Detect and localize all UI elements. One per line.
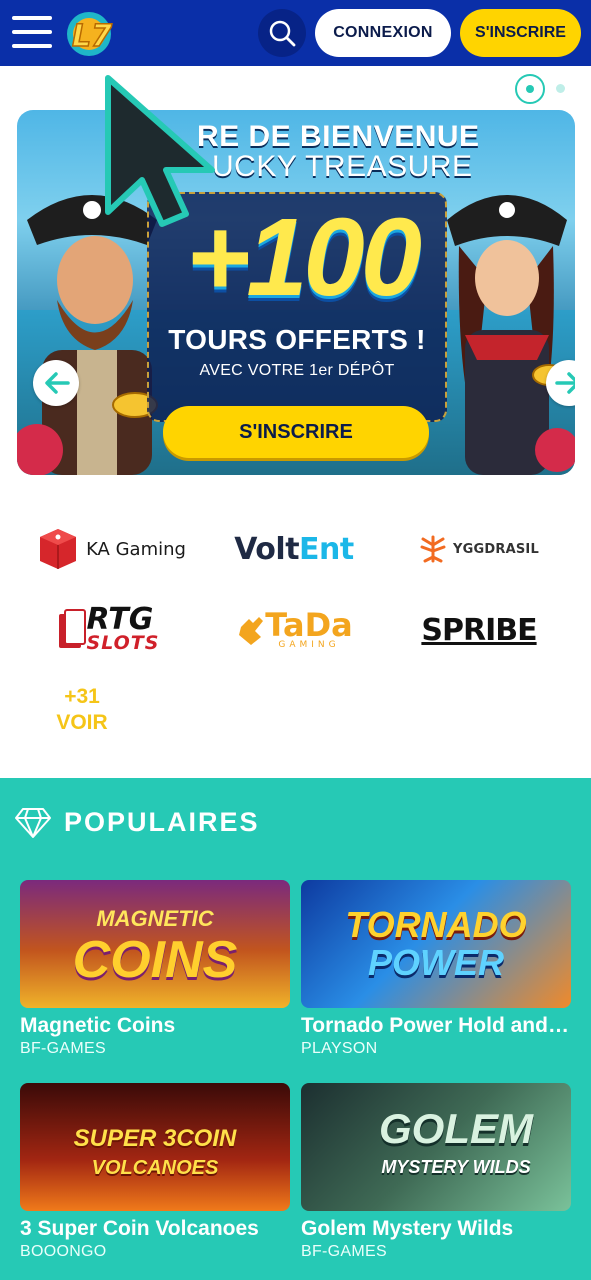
more-providers-label: VOIR <box>56 711 108 734</box>
voltent-main-text: Volt <box>234 531 300 567</box>
banner-offer-text: TOURS OFFERTS ! <box>168 324 426 355</box>
login-button[interactable]: CONNEXION <box>315 9 451 57</box>
game-thumbnail: GOLEM MYSTERY WILDS <box>301 1083 571 1211</box>
game-art-text: POWER <box>367 942 504 983</box>
game-card[interactable]: SUPER 3COIN VOLCANOES 3 Super Coin Volca… <box>20 1083 290 1261</box>
carousel-dot[interactable] <box>556 84 565 93</box>
provider-voltent[interactable]: VoltEnt <box>232 521 356 577</box>
provider-rtg-label: RTG <box>86 602 154 637</box>
game-name: Tornado Power Hold and Win <box>301 1014 571 1037</box>
popular-section-title: POPULAIRES <box>64 806 260 837</box>
game-art-text: MAGNETIC <box>96 906 214 931</box>
provider-rtg-sublabel: SLOTS <box>86 632 160 654</box>
provider-tada-sublabel: GAMING <box>278 640 340 650</box>
game-card[interactable]: MAGNETIC COINS Magnetic Coins BF-GAMES <box>20 880 290 1058</box>
more-providers-link[interactable]: +31 VOIR <box>46 684 118 736</box>
voltent-accent-text: Ent <box>299 531 354 567</box>
hamburger-menu-button[interactable] <box>10 14 54 50</box>
game-provider: PLAYSON <box>301 1040 378 1057</box>
page: L7 CONNEXION S'INSCRIRE RE DE BIENVENUE … <box>0 0 591 1280</box>
banner-title-line1: RE DE BIENVENUE <box>197 120 480 153</box>
provider-yggdrasil-label: YGGDRASIL <box>453 541 539 557</box>
game-provider: BF-GAMES <box>20 1040 106 1057</box>
svg-text:L7: L7 <box>72 19 112 54</box>
banner-offer-condition: AVEC VOTRE 1er DÉPÔT <box>199 362 395 379</box>
pirate-girl-illustration <box>447 195 575 475</box>
game-art-text: VOLCANOES <box>91 1157 219 1179</box>
search-icon <box>269 20 296 47</box>
game-art-text: TORNADO <box>345 904 527 945</box>
provider-rtg-slots[interactable]: RTG SLOTS <box>40 602 176 658</box>
provider-tada-gaming[interactable]: TaDa GAMING <box>228 602 360 658</box>
game-art-text: COINS <box>72 931 238 989</box>
game-name: Magnetic Coins <box>20 1014 176 1037</box>
game-art-text: GOLEM <box>379 1105 533 1152</box>
carousel-dot-active[interactable] <box>515 74 545 104</box>
provider-tada-label: TaDa <box>265 606 353 644</box>
popular-section-header: POPULAIRES <box>14 802 260 842</box>
tada-wordmark: TaDa GAMING <box>265 606 353 650</box>
game-art-text: SUPER 3COIN <box>73 1125 237 1152</box>
hamburger-icon-line <box>12 30 52 34</box>
game-art-text: MYSTERY WILDS <box>381 1157 531 1177</box>
provider-voltent-label: VoltEnt <box>234 532 354 567</box>
banner-title-line2: UCKY TREASURE <box>212 150 473 183</box>
game-thumbnail: TORNADO POWER <box>301 880 571 1008</box>
game-thumbnail: MAGNETIC COINS <box>20 880 290 1008</box>
provider-yggdrasil[interactable]: YGGDRASIL <box>418 521 540 577</box>
game-thumbnail: SUPER 3COIN VOLCANOES <box>20 1083 290 1211</box>
arrow-left-icon <box>45 372 70 394</box>
banner-signup-button[interactable]: S'INSCRIRE <box>163 406 429 458</box>
provider-ka-label: KA Gaming <box>86 538 186 560</box>
game-name: 3 Super Coin Volcanoes <box>20 1217 259 1240</box>
game-card[interactable]: GOLEM MYSTERY WILDS Golem Mystery Wilds … <box>301 1083 571 1261</box>
rtg-wordmark: RTG SLOTS <box>86 602 160 654</box>
game-provider: BOOONGO <box>20 1243 107 1260</box>
provider-ka-gaming[interactable]: KA Gaming <box>36 521 186 577</box>
yggdrasil-tree-icon <box>420 535 446 563</box>
game-name: Golem Mystery Wilds <box>301 1217 514 1240</box>
logo-icon: L7 <box>67 12 113 56</box>
provider-spribe[interactable]: SPRIBE <box>421 602 537 658</box>
ka-dice-icon <box>40 529 77 569</box>
game-card[interactable]: TORNADO POWER Tornado Power Hold and Win… <box>301 880 571 1058</box>
arrow-right-icon <box>555 372 575 394</box>
rtg-cards-icon <box>58 609 86 648</box>
site-logo[interactable]: L7 <box>60 8 118 60</box>
tada-hand-icon <box>239 617 264 645</box>
top-header: L7 CONNEXION S'INSCRIRE <box>0 0 591 66</box>
search-button[interactable] <box>258 9 306 57</box>
game-provider: BF-GAMES <box>301 1243 387 1260</box>
more-providers-count: +31 <box>64 685 100 708</box>
provider-spribe-label: SPRIBE <box>421 612 537 648</box>
diamond-icon <box>15 808 51 838</box>
carousel-prev-button[interactable] <box>33 360 79 406</box>
hamburger-icon-line <box>12 16 52 20</box>
signup-button[interactable]: S'INSCRIRE <box>460 9 581 57</box>
hamburger-icon-line <box>12 44 52 48</box>
mouse-cursor-icon <box>105 75 215 227</box>
